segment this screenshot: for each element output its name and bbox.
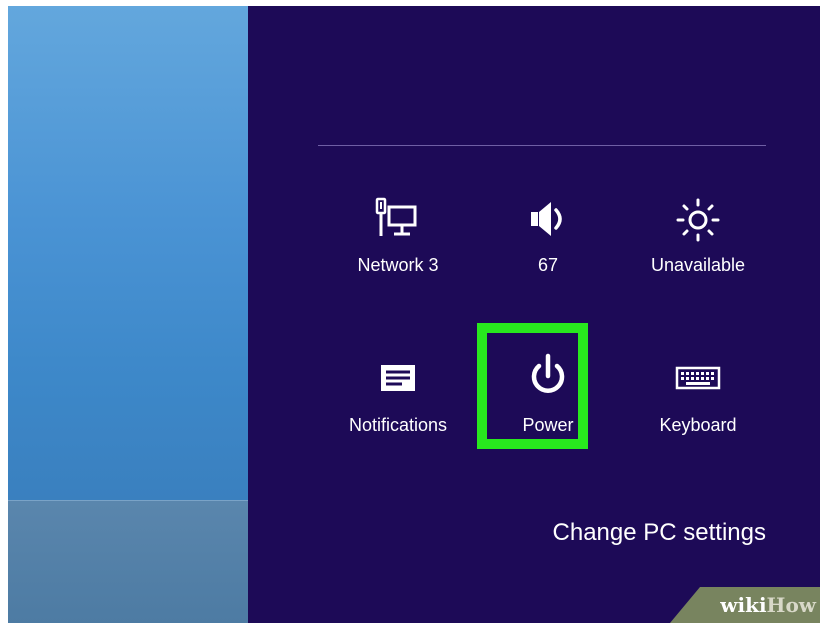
power-label: Power <box>522 415 574 435</box>
taskbar <box>8 500 248 623</box>
watermark-text: wikiHow <box>720 593 816 617</box>
wikihow-watermark: wikiHow <box>670 587 820 623</box>
change-pc-settings-link[interactable]: Change PC settings <box>553 519 766 547</box>
divider <box>318 145 766 146</box>
volume-label: 67 <box>537 255 559 275</box>
network-label: Network 3 <box>357 255 439 275</box>
notifications-icon <box>332 355 464 407</box>
brightness-icon <box>632 196 764 248</box>
watermark-wiki: wiki <box>720 593 767 617</box>
screenshot-frame: Network 3 67 Unavailable Notifications P… <box>8 6 820 623</box>
keyboard-icon <box>632 355 764 407</box>
keyboard-label: Keyboard <box>659 415 737 435</box>
brightness-label: Unavailable <box>650 255 746 275</box>
network-icon <box>332 196 464 248</box>
volume-icon <box>482 196 614 248</box>
notifications-label: Notifications <box>348 415 448 435</box>
settings-charm-panel: Network 3 67 Unavailable Notifications P… <box>248 6 820 623</box>
power-icon <box>482 352 614 404</box>
watermark-how: How <box>766 593 816 617</box>
